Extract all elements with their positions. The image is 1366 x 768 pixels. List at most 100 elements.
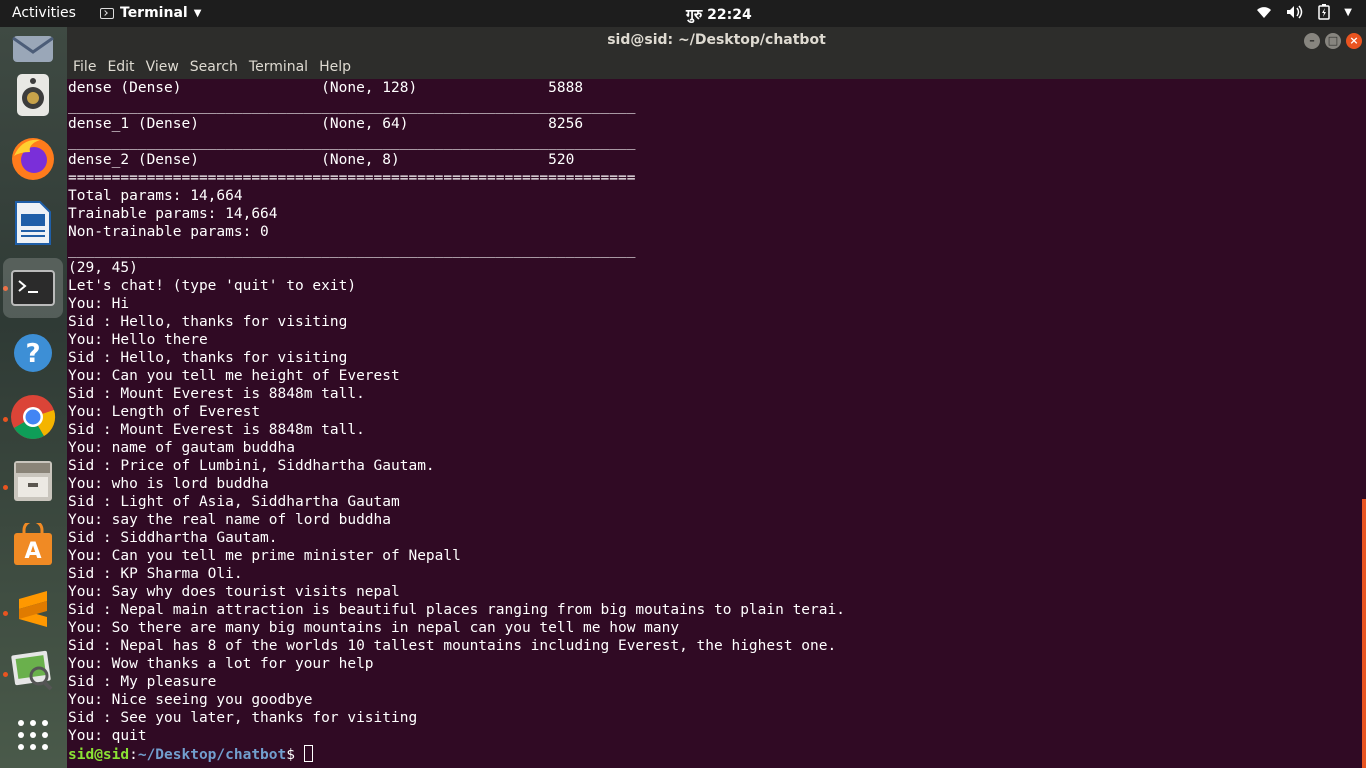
dock-item-sublime[interactable] <box>9 585 57 633</box>
dock-item-help[interactable]: ? <box>9 329 57 377</box>
firefox-icon <box>12 138 54 180</box>
terminal-line: Sid : Nepal has 8 of the worlds 10 talle… <box>68 638 837 654</box>
terminal-line: ========================================… <box>68 170 636 186</box>
menu-terminal[interactable]: Terminal <box>243 55 313 79</box>
menu-search[interactable]: Search <box>184 55 243 79</box>
sublime-icon <box>19 591 47 627</box>
chrome-icon <box>11 395 56 439</box>
window-titlebar[interactable]: sid@sid: ~/Desktop/chatbot – □ × <box>67 27 1366 55</box>
volume-icon <box>1287 5 1303 19</box>
terminal-line: Sid : Price of Lumbini, Siddhartha Gauta… <box>68 458 435 474</box>
terminal-line: You: Can you tell me prime minister of N… <box>68 548 461 564</box>
dock: ? A <box>0 27 67 768</box>
terminal-line: You: say the real name of lord buddha <box>68 512 392 528</box>
terminal-line: dense (Dense) (None, 128) 5888 <box>68 80 584 96</box>
battery-icon <box>1318 4 1331 20</box>
svg-text:?: ? <box>25 339 40 369</box>
prompt-symbol: $ <box>286 747 304 763</box>
dock-item-rhythmbox[interactable] <box>9 71 57 119</box>
terminal-line: Sid : Siddhartha Gautam. <box>68 530 278 546</box>
file-cabinet-icon <box>14 461 52 501</box>
wifi-icon <box>1257 7 1272 18</box>
clock[interactable]: गुरु 22:24 <box>686 5 752 24</box>
terminal-line: Sid : KP Sharma Oli. <box>68 566 243 582</box>
running-indicator <box>3 417 8 422</box>
terminal-line: Let's chat! (type 'quit' to exit) <box>68 278 357 294</box>
terminal-line: You: Length of Everest <box>68 404 261 420</box>
terminal-line: You: Say why does tourist visits nepal <box>68 584 400 600</box>
image-search-icon <box>11 650 53 691</box>
chevron-down-icon: ▼ <box>193 7 202 19</box>
terminal-line: You: Hi <box>68 296 130 312</box>
terminal-line: You: who is lord buddha <box>68 476 269 492</box>
scrollbar[interactable] <box>1362 499 1366 768</box>
prompt-user: sid@sid <box>68 747 130 763</box>
prompt-separator: : <box>129 747 138 763</box>
menu-view[interactable]: View <box>140 55 184 79</box>
terminal-line: Sid : See you later, thanks for visiting <box>68 710 418 726</box>
show-applications-button[interactable] <box>9 711 57 759</box>
app-grid-icon <box>18 720 48 750</box>
terminal-output[interactable]: dense (Dense) (None, 128) 5888 _________… <box>67 79 1366 768</box>
mail-icon <box>12 36 54 62</box>
document-icon <box>15 201 51 245</box>
terminal-line: You: name of gautam buddha <box>68 440 295 456</box>
chevron-down-icon: ▼ <box>1344 6 1352 18</box>
running-indicator <box>3 485 8 490</box>
activities-button[interactable]: Activities <box>12 5 76 21</box>
app-menu[interactable]: Terminal ▼ <box>100 5 201 21</box>
terminal-line: Sid : My pleasure <box>68 674 217 690</box>
window-controls: – □ × <box>1304 33 1362 49</box>
speaker-icon <box>17 74 49 116</box>
terminal-line: You: quit <box>68 728 147 744</box>
terminal-icon <box>11 270 55 306</box>
dock-item-thunderbird[interactable] <box>9 25 57 73</box>
text-cursor <box>303 745 313 762</box>
terminal-line: Sid : Light of Asia, Siddhartha Gautam <box>68 494 400 510</box>
terminal-line: Sid : Nepal main attraction is beautiful… <box>68 602 845 618</box>
minimize-button[interactable]: – <box>1304 33 1320 49</box>
menu-file[interactable]: File <box>67 55 101 79</box>
terminal-line: dense_2 (Dense) (None, 8) 520 <box>68 152 575 168</box>
maximize-button[interactable]: □ <box>1325 33 1341 49</box>
terminal-line: dense_1 (Dense) (None, 64) 8256 <box>68 116 584 132</box>
dock-item-image-viewer[interactable] <box>9 647 57 695</box>
app-menu-label: Terminal <box>120 5 188 21</box>
system-tray[interactable]: ▼ <box>1256 4 1352 20</box>
terminal-line: Sid : Mount Everest is 8848m tall. <box>68 386 365 402</box>
dock-item-files[interactable] <box>9 457 57 505</box>
terminal-line: Trainable params: 14,664 <box>68 206 278 222</box>
close-button[interactable]: × <box>1346 33 1362 49</box>
terminal-line: Sid : Hello, thanks for visiting <box>68 350 348 366</box>
terminal-line: Sid : Hello, thanks for visiting <box>68 314 348 330</box>
dock-item-writer[interactable] <box>9 199 57 247</box>
help-icon: ? <box>14 334 52 372</box>
window-title: sid@sid: ~/Desktop/chatbot <box>607 32 826 48</box>
svg-text:A: A <box>24 539 41 564</box>
terminal-line: Sid : Mount Everest is 8848m tall. <box>68 422 365 438</box>
terminal-line: Total params: 14,664 <box>68 188 243 204</box>
menu-help[interactable]: Help <box>313 55 356 79</box>
terminal-line: You: Wow thanks a lot for your help <box>68 656 374 672</box>
menu-bar: File Edit View Search Terminal Help <box>67 55 1366 79</box>
terminal-line: ________________________________________… <box>68 98 636 114</box>
shopping-bag-icon: A <box>14 523 52 565</box>
top-bar: Activities Terminal ▼ गुरु 22:24 ▼ <box>0 0 1366 27</box>
terminal-icon <box>100 7 114 19</box>
terminal-line: (29, 45) <box>68 260 138 276</box>
dock-item-firefox[interactable] <box>9 135 57 183</box>
terminal-line: ________________________________________… <box>68 134 636 150</box>
dock-item-terminal[interactable] <box>3 258 63 318</box>
running-indicator <box>3 611 8 616</box>
terminal-line: You: Hello there <box>68 332 208 348</box>
menu-edit[interactable]: Edit <box>101 55 139 79</box>
running-indicator <box>3 672 8 677</box>
terminal-line: You: Nice seeing you goodbye <box>68 692 313 708</box>
terminal-line: You: Can you tell me height of Everest <box>68 368 400 384</box>
terminal-line: ________________________________________… <box>68 242 636 258</box>
terminal-line: You: So there are many big mountains in … <box>68 620 680 636</box>
terminal-prompt[interactable]: sid@sid:~/Desktop/chatbot$ <box>67 745 1366 763</box>
dock-item-chrome[interactable] <box>9 393 57 441</box>
dock-item-software[interactable]: A <box>9 521 57 569</box>
terminal-line: Non-trainable params: 0 <box>68 224 269 240</box>
